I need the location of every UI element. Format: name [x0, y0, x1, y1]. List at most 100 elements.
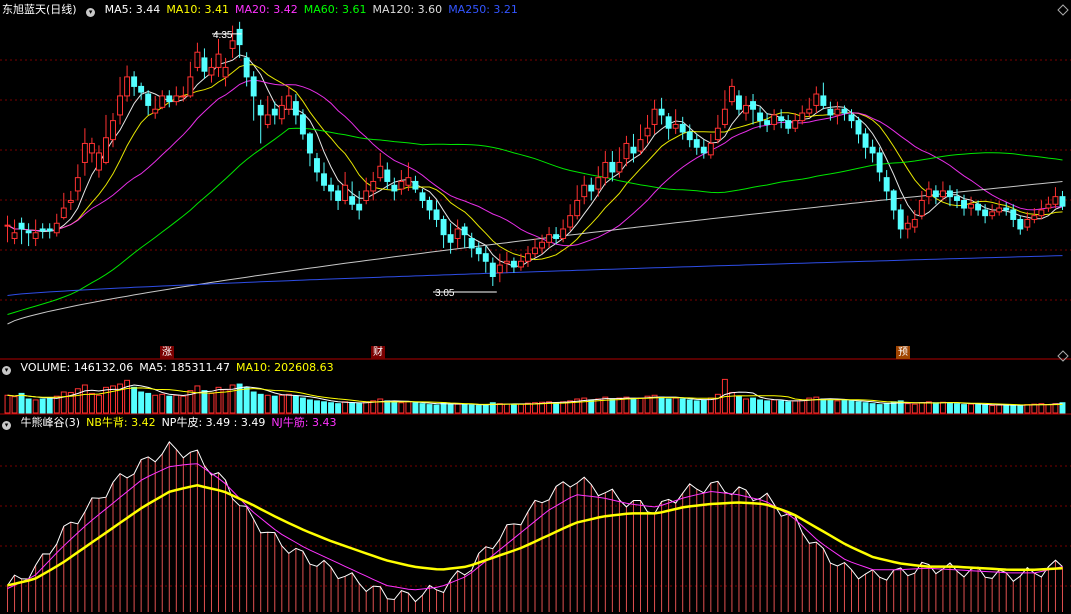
candle-body-90	[637, 139, 644, 152]
candle-body-59	[419, 192, 426, 201]
ma5-line	[7, 54, 1063, 267]
candle-body-143	[1010, 209, 1017, 220]
candle-body-134	[946, 190, 953, 198]
candle-body-45	[321, 173, 327, 186]
stock-chart[interactable]: 4.35 3.05	[0, 0, 1071, 614]
candle-body-66	[468, 237, 475, 249]
volume-bar-0	[4, 394, 11, 414]
candle-body-137	[968, 203, 975, 209]
candle-body-2	[18, 222, 25, 230]
candle-body-115	[813, 93, 820, 106]
candle-body-98	[693, 139, 700, 148]
candle-body-11	[81, 142, 88, 163]
indicator-settings-icon[interactable]: ▾	[2, 421, 11, 430]
candle-body-35	[250, 76, 257, 97]
candle-body-52	[370, 180, 377, 192]
candle-body-135	[954, 196, 960, 201]
candle-body-48	[342, 184, 349, 201]
candle-body-1	[11, 232, 18, 239]
candle-body-88	[623, 142, 630, 160]
candle-body-124	[876, 152, 883, 173]
indicator-legend-item-2: NP牛皮: 3.49 : 3.49	[161, 416, 266, 429]
candle-body-74	[525, 253, 531, 262]
candle-body-97	[686, 131, 693, 141]
candle-body-86	[609, 161, 616, 173]
volume-bar-66	[468, 404, 475, 414]
volume-bar-105	[743, 398, 749, 414]
volume-settings-icon[interactable]: ▾	[2, 366, 11, 375]
volume-bar-130	[918, 402, 925, 414]
candle-body-109	[771, 114, 778, 125]
candle-body-25	[180, 95, 187, 98]
volume-bars	[4, 378, 1066, 414]
marker-cai[interactable]: 财	[371, 346, 385, 359]
candle-body-75	[532, 247, 538, 255]
volume-bar-71	[503, 403, 510, 414]
candle-body-132	[932, 190, 939, 198]
candle-body-106	[750, 101, 756, 110]
volume-bar-27	[194, 385, 201, 414]
volume-bar-106	[750, 397, 756, 414]
volume-bar-94	[665, 398, 672, 414]
candle-body-32	[229, 40, 236, 49]
volume-bar-72	[510, 404, 517, 414]
volume-bar-125	[883, 403, 890, 414]
volume-bar-141	[996, 404, 1003, 414]
candle-body-12	[88, 142, 95, 154]
candle-body-77	[546, 234, 553, 243]
volume-bar-113	[799, 399, 806, 414]
volume-bar-44	[314, 400, 320, 414]
volume-bar-119	[841, 399, 848, 414]
candle-body-128	[904, 222, 911, 230]
volume-bar-86	[609, 398, 616, 414]
candle-body-49	[349, 196, 356, 205]
volume-bar-13	[95, 394, 102, 414]
volume-bar-87	[616, 397, 623, 414]
volume-bar-64	[454, 403, 461, 414]
marker-zhang[interactable]: 涨	[160, 346, 174, 359]
volume-bar-117	[827, 399, 834, 414]
candle-body-85	[602, 161, 609, 179]
candle-body-10	[74, 177, 81, 192]
volume-legend-item-0: VOLUME: 146132.06	[20, 361, 134, 374]
settings-circle-icon[interactable]: ▾	[86, 8, 96, 17]
candle-body-131	[925, 188, 932, 198]
volume-bar-137	[968, 403, 975, 414]
volume-bar-146	[1031, 403, 1038, 414]
candlestick-series	[4, 21, 1066, 286]
volume-bar-22	[159, 393, 166, 414]
candle-body-149	[1052, 196, 1059, 205]
ma-legend-items: MA5: 3.44 MA10: 3.41 MA20: 3.42 MA60: 3.61 M…	[105, 3, 524, 16]
candle-body-42	[299, 114, 306, 135]
candle-body-20	[145, 93, 152, 106]
candle-body-121	[855, 120, 862, 135]
volume-bar-49	[349, 402, 356, 414]
volume-bar-37	[264, 394, 271, 414]
candle-body-28	[201, 57, 208, 72]
ma-legend-item-5: MA250: 3.21	[448, 3, 518, 16]
candle-body-60	[426, 199, 433, 211]
candle-body-125	[883, 177, 890, 192]
candle-body-54	[384, 169, 391, 182]
volume-bar-65	[461, 404, 468, 414]
candle-body-108	[764, 120, 771, 125]
candle-body-15	[110, 120, 116, 141]
volume-bar-111	[785, 401, 792, 414]
marker-yu[interactable]: 预	[896, 346, 910, 359]
ma60-line	[7, 127, 1063, 315]
volume-bar-31	[222, 389, 229, 414]
volume-bar-23	[166, 395, 173, 414]
candle-body-81	[574, 199, 581, 217]
candle-body-82	[581, 184, 588, 198]
scroll-up-icon[interactable]	[1057, 4, 1069, 16]
candle-body-145	[1024, 218, 1031, 228]
candle-body-24	[173, 95, 180, 103]
candle-body-129	[911, 218, 918, 228]
low-price-label: 3.05	[435, 288, 455, 299]
volume-bar-63	[447, 403, 454, 414]
candle-body-95	[672, 123, 679, 129]
volume-bar-38	[271, 395, 278, 414]
candle-body-43	[306, 133, 313, 154]
candle-body-112	[792, 120, 799, 129]
candle-body-61	[433, 209, 440, 220]
